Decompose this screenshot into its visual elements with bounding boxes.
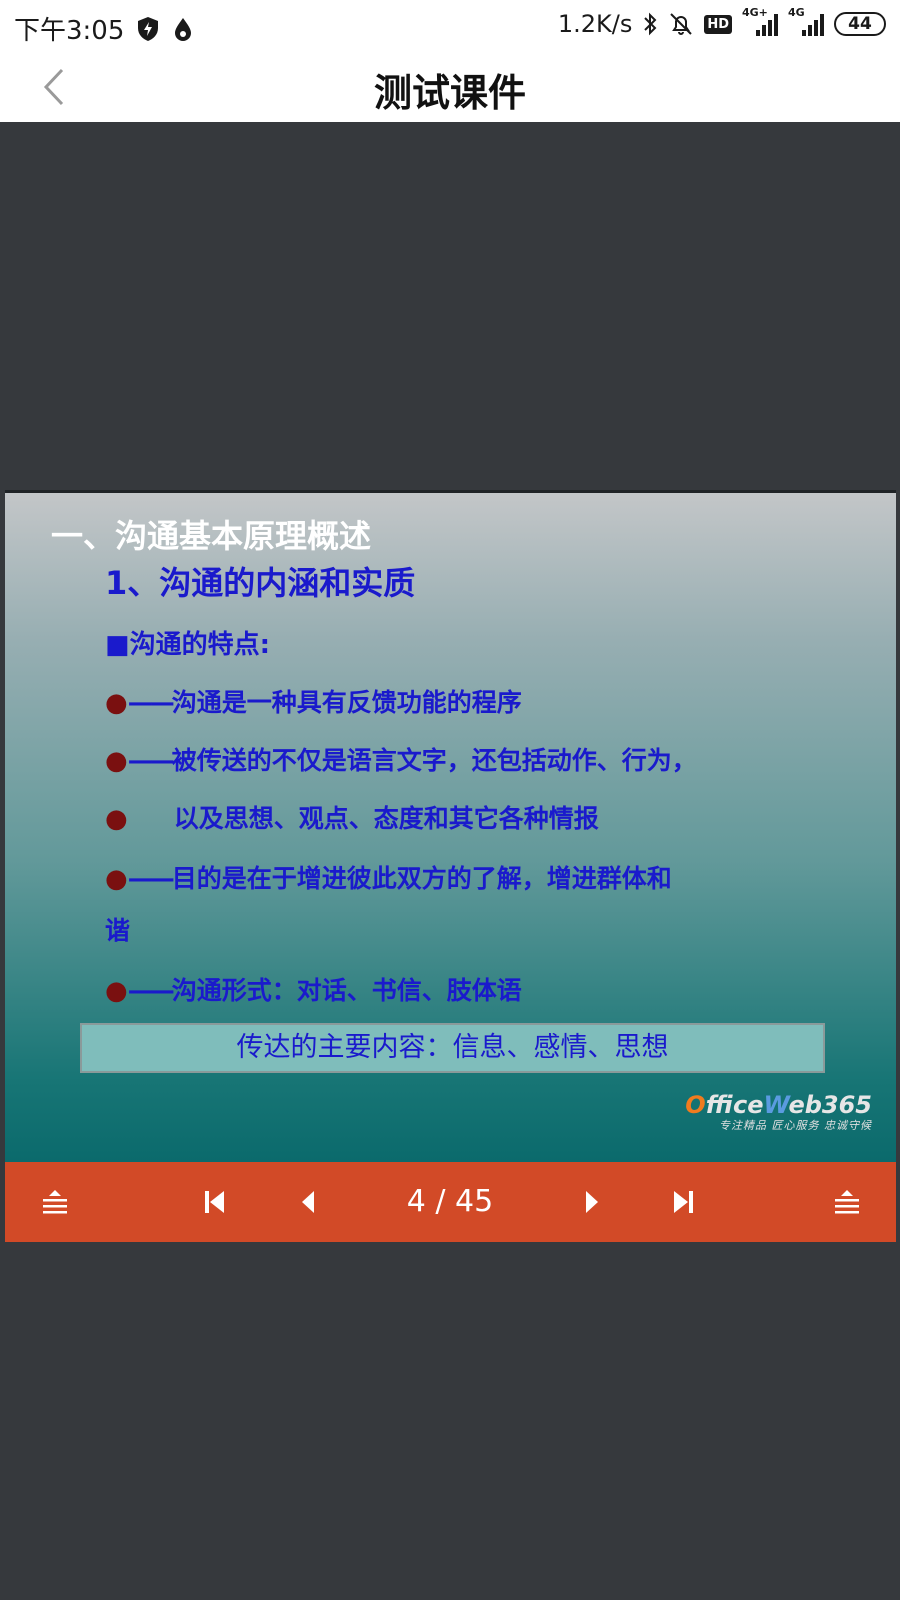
bullet-dot: ●: [105, 864, 128, 894]
status-bar: 下午3:05 1.2K/s HD 4G+ 4G 44: [0, 0, 900, 56]
slide-features-label: ■沟通的特点:: [105, 630, 270, 660]
page-indicator: 4 / 45: [406, 1184, 494, 1219]
page-title: 测试课件: [373, 71, 526, 115]
bullet-line: ● 以及思想、观点、态度和其它各种情报: [105, 799, 599, 835]
bullet-text: 谐: [105, 916, 131, 945]
bullet-text: 被传送的不仅是语言文字，还包括动作、行为，: [171, 746, 697, 775]
slide-subheading: 1、沟通的内涵和实质: [105, 564, 416, 602]
bullet-line: ●——沟通形式：对话、书信、肢体语: [105, 971, 522, 1007]
bullet-text: 沟通形式：对话、书信、肢体语: [171, 976, 522, 1005]
drop-icon: [172, 16, 194, 42]
slide-control-bar: 4 / 45: [5, 1162, 896, 1242]
bullet-line: ●——目的是在于增进彼此双方的了解，增进群体和: [105, 859, 672, 895]
network-speed: 1.2K/s: [557, 10, 633, 38]
bullet-dash: ——: [127, 688, 175, 717]
last-page-button[interactable]: [658, 1162, 708, 1242]
bullet-text: 目的是在于增进彼此双方的了解，增进群体和: [171, 864, 672, 893]
skip-last-icon: [674, 1191, 693, 1213]
bullet-dash: ——: [127, 976, 175, 1005]
status-time: 下午3:05: [14, 16, 125, 46]
slide: 一、沟通基本原理概述 1、沟通的内涵和实质 ■沟通的特点: ●——沟通是一种具有…: [5, 490, 896, 1162]
menu-left-button[interactable]: [30, 1162, 80, 1242]
prev-triangle-icon: [302, 1191, 314, 1213]
bullet-dot: ●: [105, 976, 128, 1006]
battery-level: 44: [848, 14, 872, 34]
bullet-dot: ●: [105, 746, 128, 776]
bullet-dot: ●: [105, 804, 128, 834]
next-triangle-icon: [586, 1191, 598, 1213]
mute-bell-icon: [668, 11, 694, 37]
bullet-text: 以及思想、观点、态度和其它各种情报: [173, 804, 599, 833]
bullet-dot: ●: [105, 688, 128, 718]
hd-badge: HD: [704, 14, 732, 34]
bluetooth-icon: [642, 11, 658, 37]
bullet-line: ●——被传送的不仅是语言文字，还包括动作、行为，: [105, 741, 697, 777]
shield-bolt-icon: [136, 16, 160, 42]
bullet-line: ●——沟通是一种具有反馈功能的程序: [105, 683, 522, 719]
nav-bar: 测试课件: [0, 56, 900, 122]
slide-content-box: 传达的主要内容：信息、感情、思想: [80, 1023, 825, 1073]
bullet-text: 沟通是一种具有反馈功能的程序: [171, 688, 522, 717]
battery-icon: 44: [834, 12, 886, 36]
next-page-button[interactable]: [567, 1162, 617, 1242]
logo-wordmark: OfficeWeb365: [685, 1091, 872, 1119]
prev-page-button[interactable]: [283, 1162, 333, 1242]
slide-heading: 一、沟通基本原理概述: [51, 517, 372, 555]
menu-eject-icon: [43, 1190, 67, 1214]
first-page-button[interactable]: [190, 1162, 240, 1242]
signal-4g-plus-icon: 4G+: [742, 6, 778, 38]
officeweb365-logo: OfficeWeb365 专注精品 匠心服务 忠诚守候: [685, 1091, 872, 1133]
bullet-dash: ——: [127, 746, 175, 775]
bullet-line: 谐: [105, 911, 130, 947]
menu-right-button[interactable]: [822, 1162, 872, 1242]
menu-eject-icon: [835, 1190, 859, 1214]
signal-4g-icon: 4G: [788, 6, 824, 38]
skip-first-icon: [205, 1191, 224, 1213]
logo-tagline: 专注精品 匠心服务 忠诚守候: [719, 1119, 872, 1132]
bullet-dash: ——: [127, 864, 175, 893]
